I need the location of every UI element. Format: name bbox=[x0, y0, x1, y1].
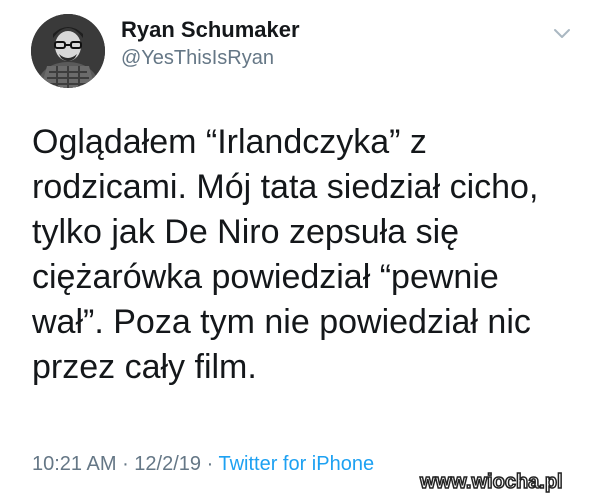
avatar-photo bbox=[31, 14, 105, 88]
tweet-time: 10:21 AM bbox=[32, 453, 117, 475]
watermark: www.wiocha.pl bbox=[419, 470, 563, 494]
tweet-card: Ryan Schumaker @YesThisIsRyan Oglądałem … bbox=[0, 0, 600, 504]
meta-separator: · bbox=[201, 453, 219, 475]
avatar[interactable] bbox=[31, 14, 105, 88]
tweet-text: Oglądałem “Irlandczyka” z rodzicami. Mój… bbox=[32, 123, 539, 386]
tweet-metadata: 10:21 AM · 12/2/19 · Twitter for iPhone bbox=[32, 453, 374, 476]
tweet-source-link[interactable]: Twitter for iPhone bbox=[218, 453, 374, 475]
meta-separator: · bbox=[116, 453, 135, 475]
user-handle[interactable]: @YesThisIsRyan bbox=[121, 47, 274, 70]
display-name[interactable]: Ryan Schumaker bbox=[121, 17, 300, 43]
chevron-down-icon[interactable] bbox=[551, 22, 573, 44]
tweet-date: 12/2/19 bbox=[134, 453, 202, 475]
